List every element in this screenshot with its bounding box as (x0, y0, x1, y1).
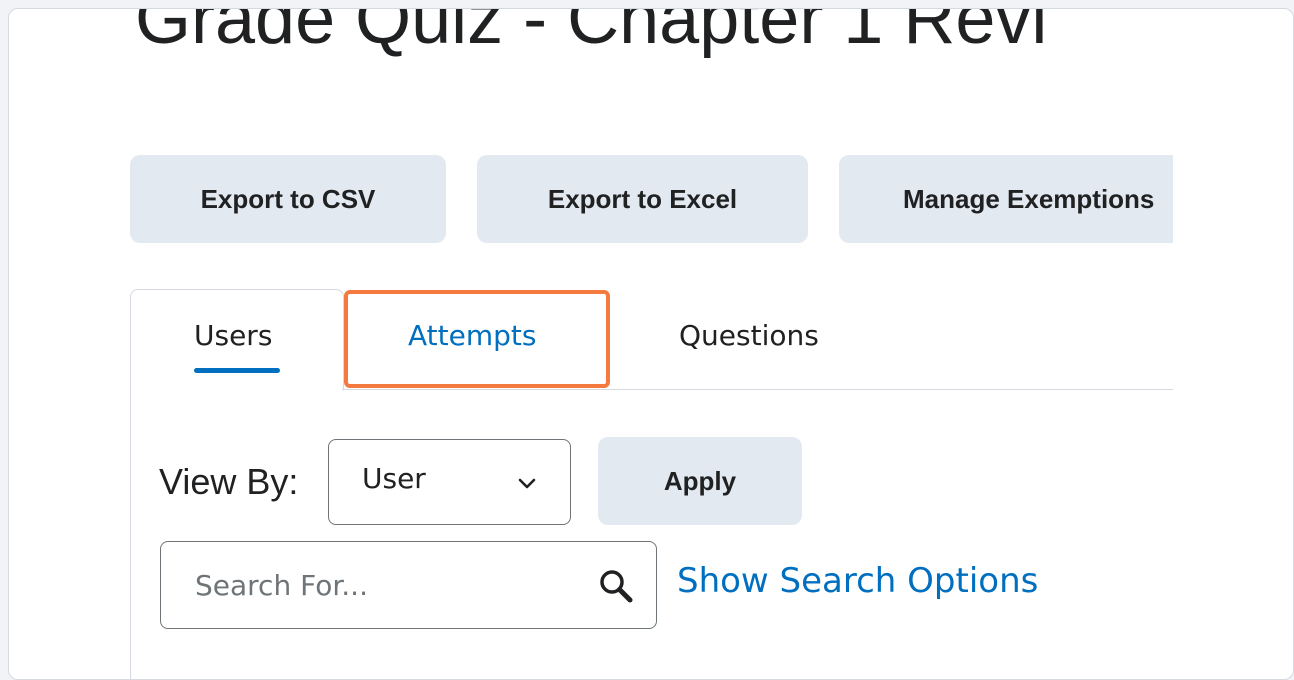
content-viewport: Grade Quiz - Chapter 1 Revi Export to CS… (9, 9, 1173, 679)
search-box (160, 541, 657, 629)
attempts-highlight-box (344, 290, 610, 388)
tab-users[interactable]: Users (194, 319, 272, 352)
panel-border (130, 389, 131, 679)
view-by-label: View By: (159, 461, 299, 502)
manage-exemptions-button[interactable]: Manage Exemptions (839, 155, 1173, 243)
view-by-value: User (362, 462, 426, 495)
search-input[interactable] (193, 564, 577, 606)
active-tab-indicator (194, 368, 280, 373)
show-search-options-link[interactable]: Show Search Options (677, 561, 1038, 601)
content-card: Grade Quiz - Chapter 1 Revi Export to CS… (8, 8, 1294, 680)
chevron-down-icon (518, 478, 536, 489)
view-by-select[interactable]: User (328, 439, 571, 525)
export-csv-button[interactable]: Export to CSV (130, 155, 446, 243)
page-title: Grade Quiz - Chapter 1 Revi (135, 9, 1048, 59)
apply-button[interactable]: Apply (598, 437, 802, 525)
tabs-divider (342, 389, 1173, 390)
tab-questions[interactable]: Questions (679, 319, 819, 352)
search-icon[interactable] (596, 566, 636, 606)
export-excel-button[interactable]: Export to Excel (477, 155, 808, 243)
